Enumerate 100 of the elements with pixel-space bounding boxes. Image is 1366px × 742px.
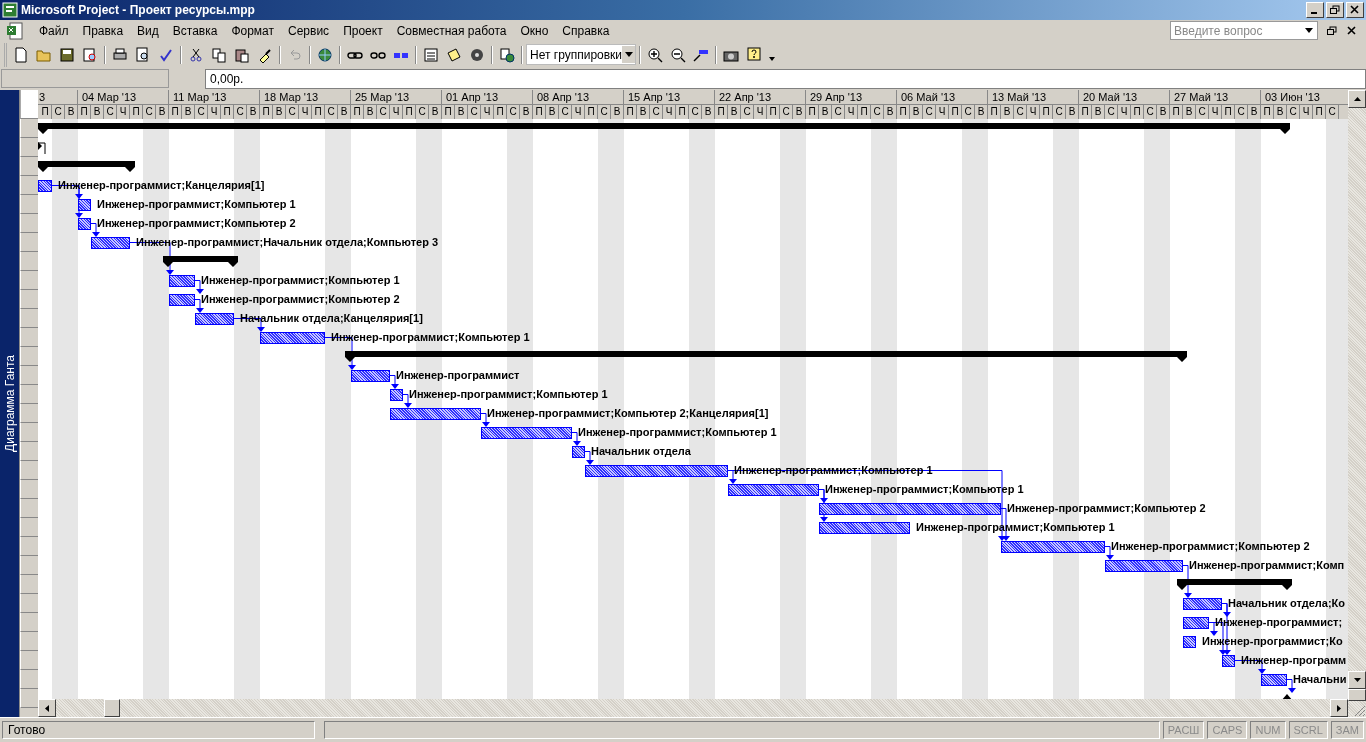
task-bar[interactable] [1261,674,1287,687]
row-header[interactable] [20,119,38,139]
task-bar[interactable] [481,427,572,440]
row-header[interactable] [20,214,38,234]
view-bar[interactable]: Диаграмма Ганта [0,90,20,718]
window-title: Microsoft Project - Проект ресурсы.mpp [21,2,256,17]
scroll-down-button[interactable] [1348,671,1366,690]
row-header[interactable] [20,328,38,348]
resource-label: Инженер-программист;Комп [1189,558,1345,573]
task-bar[interactable] [260,332,325,345]
row-header[interactable] [20,195,38,215]
task-bar[interactable] [78,199,91,212]
resource-label: Инженер-программист;Компьютер 1 [916,520,1115,535]
scroll-up-button[interactable] [1348,90,1366,109]
task-bar[interactable] [1183,617,1209,630]
scroll-right-button[interactable] [1330,699,1348,718]
week-label: 20 Май '13 [1079,90,1170,105]
restore-icon[interactable] [1326,1,1344,18]
toolbar-options-icon[interactable] [769,56,775,61]
menu-item[interactable]: Вид [130,21,166,40]
summary-bar[interactable] [345,351,1187,363]
summary-bar[interactable] [1177,579,1292,591]
row-header[interactable] [20,594,38,614]
row-header[interactable] [20,537,38,557]
resource-label: Инженер-программист;Компьютер 1 [409,387,608,402]
task-bar[interactable] [728,484,819,497]
row-header[interactable] [20,651,38,671]
summary-bar[interactable] [38,161,135,173]
task-bar[interactable] [78,218,91,231]
task-bar[interactable] [572,446,585,459]
menu-item[interactable]: Совместная работа [389,21,514,40]
row-header[interactable] [20,442,38,462]
row-header[interactable] [20,176,38,196]
resource-label: Инженер-программист;Компьютер 2 [1111,539,1310,554]
resource-label: Инженер-программист;Компьютер 1 [331,330,530,345]
row-header[interactable] [20,670,38,690]
task-bar[interactable] [390,408,481,421]
task-bar[interactable] [91,237,130,250]
scroll-left-button[interactable] [38,699,56,718]
menu-item[interactable]: Правка [75,21,131,40]
row-header[interactable] [20,157,38,177]
help-search-field[interactable]: Введите вопрос [1170,21,1318,41]
task-bar[interactable] [390,389,403,402]
row-header[interactable] [20,290,38,310]
close-icon[interactable] [1346,1,1364,18]
status-indicator: ЗАМ [1330,721,1364,740]
project-icon [2,1,18,18]
task-bar[interactable] [1105,560,1183,573]
row-header[interactable] [20,632,38,652]
task-bar[interactable] [819,503,1001,516]
task-bar[interactable] [169,294,195,307]
minimize-icon[interactable] [1306,1,1324,18]
resource-label: Инженер-программ [1241,653,1347,668]
task-bar[interactable] [585,465,728,478]
summary-bar[interactable] [163,256,238,268]
task-bar[interactable] [1183,636,1196,649]
task-bar[interactable] [38,180,52,193]
menu-item[interactable]: Сервис [281,21,337,40]
row-header[interactable] [20,423,38,443]
scroll-thumb[interactable] [1348,689,1366,702]
menu-item[interactable]: Справка [555,21,617,40]
task-bar[interactable] [1222,655,1235,668]
task-bar[interactable] [351,370,390,383]
document-icon[interactable] [6,21,24,40]
row-header[interactable] [20,271,38,291]
menu-item[interactable]: Вставка [165,21,225,40]
row-header[interactable] [20,366,38,386]
row-header[interactable] [20,518,38,538]
dropdown-arrow-icon[interactable] [624,52,633,58]
menu-item[interactable]: Проект [336,21,390,40]
resource-label: Начальник отдела;Канцелярия[1] [240,311,423,326]
dropdown-arrow-icon[interactable] [1305,28,1313,34]
menu-item[interactable]: Формат [224,21,282,40]
task-bar[interactable] [819,522,910,535]
row-header[interactable] [20,556,38,576]
row-header[interactable] [20,575,38,595]
row-header[interactable] [20,233,38,253]
row-header[interactable] [20,461,38,481]
row-header[interactable] [20,385,38,405]
row-header[interactable] [20,480,38,500]
row-header[interactable] [20,309,38,329]
menu-item[interactable]: Окно [513,21,556,40]
task-bar[interactable] [195,313,234,326]
task-bar[interactable] [1183,598,1222,611]
row-header[interactable] [20,347,38,367]
scroll-thumb[interactable] [104,699,120,718]
row-header[interactable] [20,252,38,272]
task-bar[interactable] [1001,541,1105,554]
entry-field[interactable]: 0,00р. [205,68,1366,89]
task-bar[interactable] [169,275,195,288]
menu-item[interactable]: Файл [32,21,76,40]
row-header[interactable] [20,613,38,633]
summary-bar[interactable] [38,123,1290,135]
grouping-dropdown[interactable]: Нет группировки [526,44,636,66]
close-icon[interactable] [1346,25,1358,36]
row-header[interactable] [20,404,38,424]
row-header[interactable] [20,499,38,519]
row-header[interactable] [20,138,38,158]
status-indicator: NUM [1250,721,1286,740]
restore-icon[interactable] [1326,25,1338,36]
